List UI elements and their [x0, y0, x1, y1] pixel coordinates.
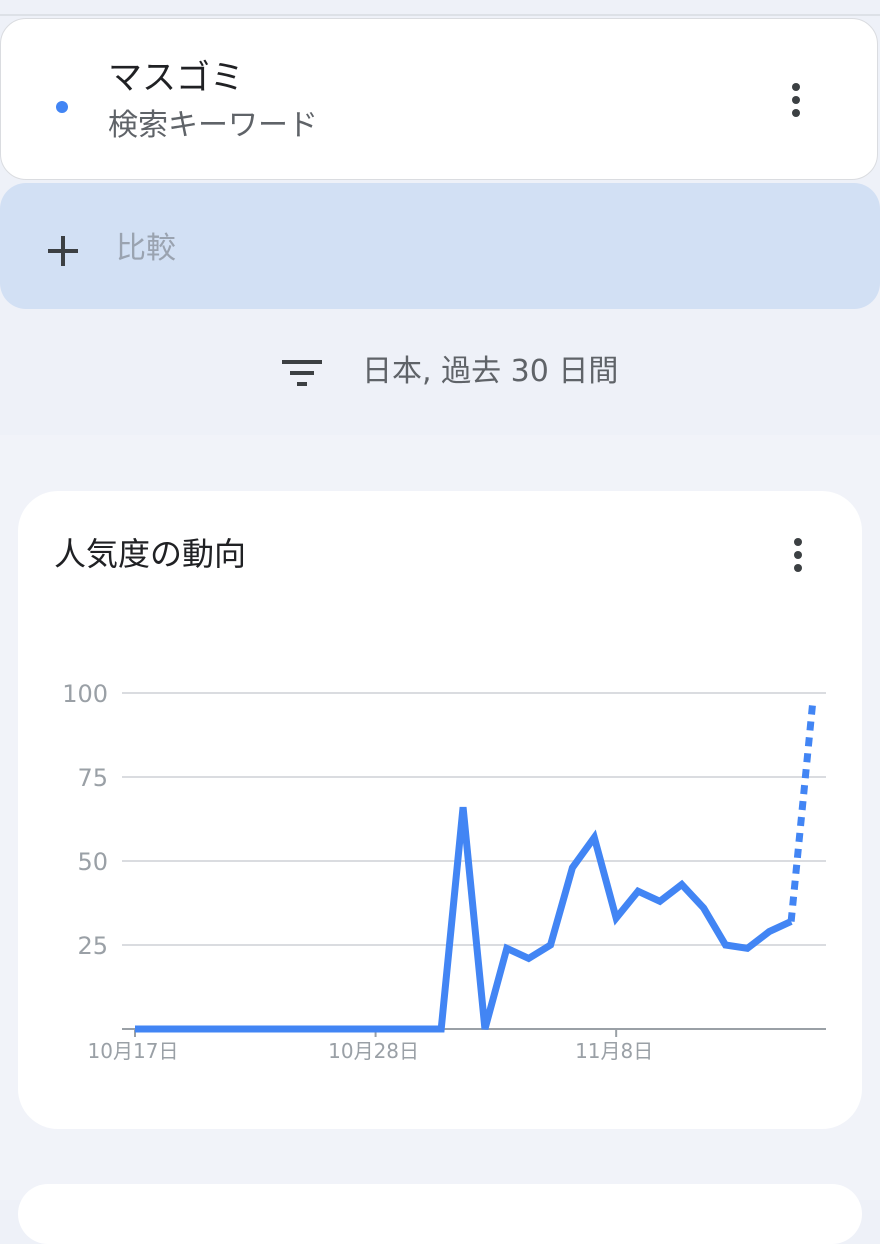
interest-over-time-card — [18, 491, 862, 1129]
series-color-dot — [56, 101, 68, 113]
filter-label[interactable]: 日本, 過去 30 日間 — [362, 352, 618, 392]
filter-icon[interactable] — [282, 358, 322, 388]
search-term-name[interactable]: マスゴミ — [108, 58, 244, 98]
next-card — [18, 1184, 862, 1244]
search-term-type: 検索キーワード — [108, 108, 318, 143]
compare-label[interactable]: 比較 — [116, 229, 176, 269]
search-term-card[interactable] — [0, 18, 878, 180]
more-vert-icon[interactable] — [792, 538, 804, 577]
more-vert-icon[interactable] — [790, 83, 802, 122]
status-strip — [0, 0, 880, 16]
chart-card-title: 人気度の動向 — [54, 535, 247, 573]
plus-icon[interactable] — [44, 232, 82, 270]
